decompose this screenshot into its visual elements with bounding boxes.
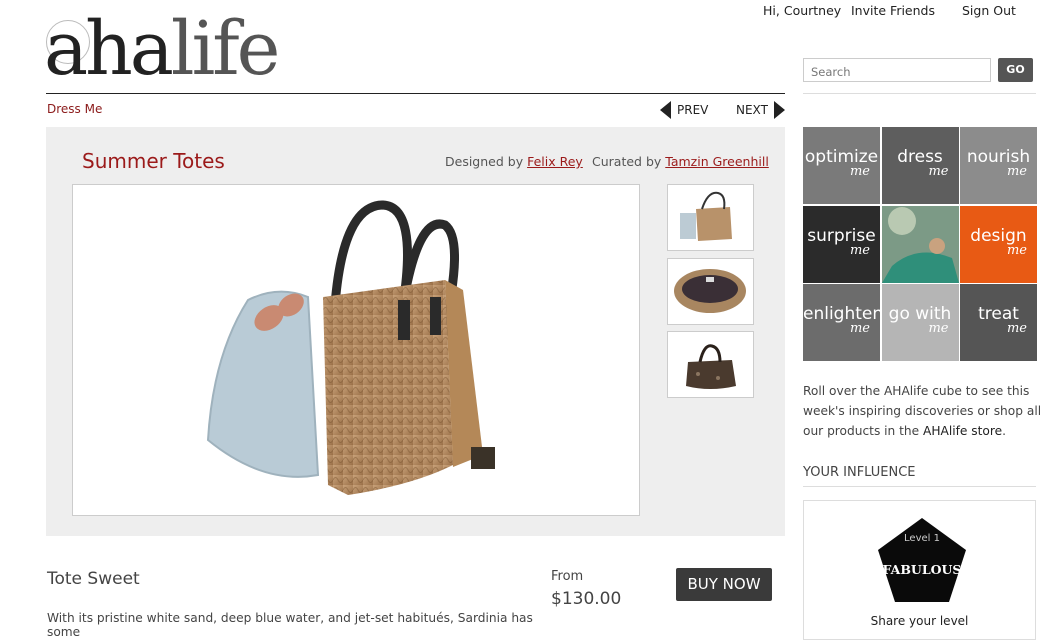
- price-from-label: From: [551, 569, 584, 584]
- cube-tile-enlighten[interactable]: enlighten me: [803, 284, 880, 361]
- thumbnail-2[interactable]: [667, 258, 754, 325]
- designer-link[interactable]: Felix Rey: [527, 154, 583, 169]
- buy-now-button[interactable]: BUY NOW: [676, 568, 772, 601]
- tote-bag-image: [206, 200, 495, 495]
- ahalife-store-link[interactable]: AHAlife store: [923, 424, 1002, 438]
- main-product-image[interactable]: [72, 184, 640, 516]
- user-name[interactable]: Courtney: [784, 3, 841, 18]
- invite-friends-link[interactable]: Invite Friends: [851, 3, 935, 18]
- level-badge[interactable]: Level 1 FABULOUS: [876, 516, 968, 604]
- greeting: Hi, Courtney: [763, 3, 842, 18]
- ahalife-logo[interactable]: ahalife: [44, 12, 280, 87]
- cube-tile-treat[interactable]: treat me: [960, 284, 1037, 361]
- cube-photo-image: [881, 205, 959, 283]
- breadcrumb[interactable]: Dress Me: [47, 102, 102, 116]
- prev-button[interactable]: PREV: [660, 101, 708, 119]
- sidebar-divider: [803, 93, 1036, 94]
- share-level-link[interactable]: Share your level: [803, 614, 1036, 628]
- item-name: Tote Sweet: [47, 569, 140, 589]
- product-collection-title: Summer Totes: [82, 149, 225, 173]
- thumbnail-3-image: [686, 344, 736, 389]
- next-button[interactable]: NEXT: [736, 101, 785, 119]
- search-go-button[interactable]: GO: [998, 58, 1033, 82]
- influence-divider: [803, 486, 1036, 487]
- thumbnail-3[interactable]: [667, 331, 754, 398]
- header-divider: [46, 93, 785, 94]
- chevron-right-icon: [773, 101, 785, 119]
- cube-tile-photo[interactable]: [881, 205, 959, 283]
- cube-tile-optimize[interactable]: optimize me: [803, 127, 880, 204]
- pentagon-badge-icon: [878, 518, 966, 602]
- thumbnail-2-image: [674, 269, 746, 313]
- cube-tile-design[interactable]: design me: [960, 205, 1037, 283]
- level-label: Level 1: [904, 533, 940, 544]
- influence-heading: YOUR INFLUENCE: [803, 465, 916, 480]
- search-input[interactable]: Search: [803, 58, 991, 82]
- chevron-left-icon: [660, 101, 671, 119]
- item-description: With its pristine white sand, deep blue …: [47, 611, 533, 639]
- ahalife-cube: optimize me dress me nourish me surprise me …: [803, 127, 1037, 361]
- price: $130.00: [551, 589, 622, 609]
- curator-link[interactable]: Tamzin Greenhill: [665, 154, 769, 169]
- sign-out-link[interactable]: Sign Out: [962, 3, 1016, 18]
- thumbnail-1[interactable]: [667, 184, 754, 251]
- cube-tile-go-with[interactable]: go with me: [881, 284, 959, 361]
- logo-text: ahalife: [44, 6, 280, 92]
- cube-blurb: Roll over the AHAlife cube to see this w…: [803, 384, 1042, 438]
- cube-tile-nourish[interactable]: nourish me: [960, 127, 1037, 204]
- curator-credit: Curated by Tamzin Greenhill: [592, 154, 769, 169]
- designer-credit: Designed by Felix Rey: [445, 154, 583, 169]
- thumbnail-1-image: [680, 191, 732, 241]
- cube-tile-dress[interactable]: dress me: [881, 127, 959, 204]
- level-name: FABULOUS: [882, 562, 962, 577]
- cube-tile-surprise[interactable]: surprise me: [803, 205, 880, 283]
